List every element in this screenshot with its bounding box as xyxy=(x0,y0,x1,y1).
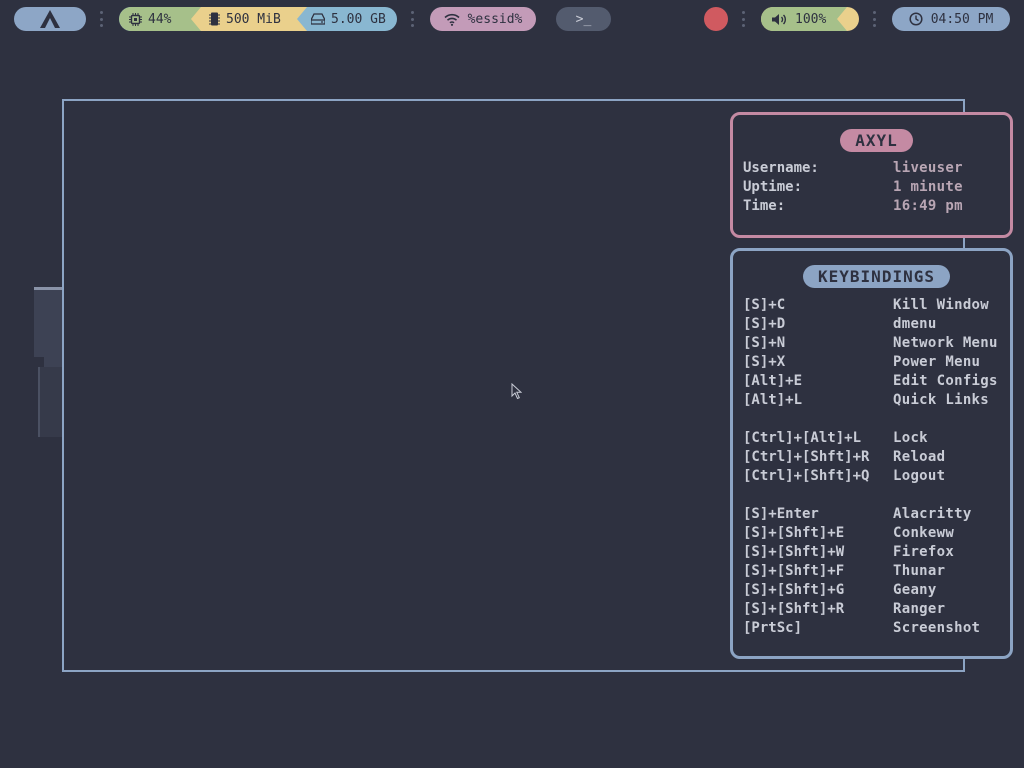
keybindings-list: [S]+C Kill Window [S]+D dmenu [S]+N Network… xyxy=(743,295,1010,637)
keybinding-row: [S]+[Shft]+W Firefox xyxy=(743,542,1010,561)
info-label: Uptime: xyxy=(743,178,803,195)
keybinding-row: [S]+C Kill Window xyxy=(743,295,1010,314)
keybindings-panel: KEYBINDINGS [S]+C Kill Window [S]+D dmenu … xyxy=(730,248,1013,659)
memory-icon xyxy=(209,12,220,26)
keybinding-group: [S]+C Kill Window [S]+D dmenu [S]+N Network… xyxy=(743,295,1010,409)
clock-widget[interactable]: 04:50 PM xyxy=(892,7,1010,31)
info-value: 1 minute xyxy=(893,178,963,195)
keybinding-key: [Alt]+E xyxy=(743,372,803,389)
info-value: liveuser xyxy=(893,159,963,176)
launcher-button[interactable] xyxy=(14,7,86,31)
terminal-icon: >_ xyxy=(575,11,592,27)
keybinding-key: [S]+[Shft]+G xyxy=(743,581,845,598)
info-row-username: Username: liveuser xyxy=(743,158,1010,177)
cpu-widget[interactable]: 44% xyxy=(119,7,201,31)
info-value: 16:49 pm xyxy=(893,197,963,214)
keybinding-key: [S]+[Shft]+E xyxy=(743,524,845,541)
info-label: Time: xyxy=(743,197,786,214)
keybinding-key: [S]+Enter xyxy=(743,505,819,522)
keybinding-action: dmenu xyxy=(893,315,937,332)
keybinding-action: Reload xyxy=(893,448,946,465)
keybinding-key: [PrtSc] xyxy=(743,619,803,636)
keybinding-action: Kill Window xyxy=(893,296,990,313)
keybinding-key: [S]+X xyxy=(743,353,786,370)
keybinding-action: Network Menu xyxy=(893,334,998,351)
keybinding-row: [Alt]+E Edit Configs xyxy=(743,371,1010,390)
terminal-button[interactable]: >_ xyxy=(556,7,611,31)
keybinding-key: [Alt]+L xyxy=(743,391,803,408)
keybinding-key: [Ctrl]+[Shft]+R xyxy=(743,448,870,465)
bar-separator xyxy=(411,11,414,27)
disk-value: 5.00 GB xyxy=(331,11,386,27)
bar-separator xyxy=(742,11,745,27)
keybinding-row: [S]+D dmenu xyxy=(743,314,1010,333)
volume-value: 100% xyxy=(795,11,827,27)
clock-icon xyxy=(909,12,923,26)
keybinding-action: Conkeww xyxy=(893,524,955,541)
info-row-uptime: Uptime: 1 minute xyxy=(743,177,1010,196)
keybinding-row: [S]+[Shft]+G Geany xyxy=(743,580,1010,599)
record-icon[interactable] xyxy=(704,7,728,31)
keybinding-row: [S]+[Shft]+E Conkeww xyxy=(743,523,1010,542)
keybinding-row: [S]+[Shft]+F Thunar xyxy=(743,561,1010,580)
keybinding-row: [S]+[Shft]+R Ranger xyxy=(743,599,1010,618)
keybinding-action: Lock xyxy=(893,429,928,446)
keybinding-action: Firefox xyxy=(893,543,955,560)
disk-icon xyxy=(311,13,325,25)
mouse-cursor-icon xyxy=(511,383,522,400)
keybinding-action: Alacritty xyxy=(893,505,972,522)
keybinding-key: [S]+[Shft]+F xyxy=(743,562,845,579)
ram-value: 500 MiB xyxy=(226,11,281,27)
bar-separator xyxy=(873,11,876,27)
keybinding-action: Screenshot xyxy=(893,619,981,636)
keybinding-row: [S]+N Network Menu xyxy=(743,333,1010,352)
keybindings-panel-title: KEYBINDINGS xyxy=(803,265,950,288)
keybinding-key: [Ctrl]+[Alt]+L xyxy=(743,429,862,446)
keybinding-action: Power Menu xyxy=(893,353,981,370)
keybinding-row: [S]+X Power Menu xyxy=(743,352,1010,371)
keybinding-group: [S]+Enter Alacritty [S]+[Shft]+E Conkeww [… xyxy=(743,504,1010,637)
keybinding-row: [Ctrl]+[Alt]+L Lock xyxy=(743,428,1010,447)
network-ssid: %essid% xyxy=(467,11,523,27)
keybinding-row: [PrtSc] Screenshot xyxy=(743,618,1010,637)
info-row-time: Time: 16:49 pm xyxy=(743,196,1010,215)
ram-widget[interactable]: 500 MiB xyxy=(191,7,307,31)
keybinding-action: Edit Configs xyxy=(893,372,998,389)
keybinding-action: Logout xyxy=(893,467,946,484)
axyl-info-panel: AXYL Username: liveuser Uptime: 1 minute… xyxy=(730,112,1013,238)
axyl-panel-title: AXYL xyxy=(840,129,913,152)
keybinding-key: [S]+[Shft]+W xyxy=(743,543,845,560)
keybinding-group: [Ctrl]+[Alt]+L Lock [Ctrl]+[Shft]+R Reload… xyxy=(743,428,1010,485)
keybinding-action: Quick Links xyxy=(893,391,990,408)
keybinding-key: [S]+[Shft]+R xyxy=(743,600,845,617)
volume-widget[interactable]: 100% xyxy=(761,7,859,31)
bar-separator xyxy=(100,11,103,27)
axyl-info-list: Username: liveuser Uptime: 1 minute Time… xyxy=(743,158,1010,215)
cpu-value: 44% xyxy=(148,11,172,27)
keybinding-row: [Ctrl]+[Shft]+Q Logout xyxy=(743,466,1010,485)
dock-edge xyxy=(34,287,62,437)
info-label: Username: xyxy=(743,159,819,176)
arch-logo-icon xyxy=(40,10,60,28)
disk-widget[interactable]: 5.00 GB xyxy=(307,7,396,31)
keybinding-row: [Alt]+L Quick Links xyxy=(743,390,1010,409)
system-stats-group: 44% 500 MiB 5.00 GB xyxy=(119,7,397,31)
keybinding-action: Geany xyxy=(893,581,937,598)
keybinding-key: [Ctrl]+[Shft]+Q xyxy=(743,467,870,484)
cpu-icon xyxy=(129,12,142,26)
clock-value: 04:50 PM xyxy=(930,11,994,27)
speaker-icon xyxy=(771,13,787,26)
keybinding-action: Thunar xyxy=(893,562,946,579)
keybinding-row: [S]+Enter Alacritty xyxy=(743,504,1010,523)
network-widget[interactable]: %essid% xyxy=(430,7,536,31)
keybinding-key: [S]+N xyxy=(743,334,786,351)
keybinding-key: [S]+D xyxy=(743,315,786,332)
keybinding-key: [S]+C xyxy=(743,296,786,313)
keybinding-row: [Ctrl]+[Shft]+R Reload xyxy=(743,447,1010,466)
wifi-icon xyxy=(444,13,460,26)
keybinding-action: Ranger xyxy=(893,600,946,617)
